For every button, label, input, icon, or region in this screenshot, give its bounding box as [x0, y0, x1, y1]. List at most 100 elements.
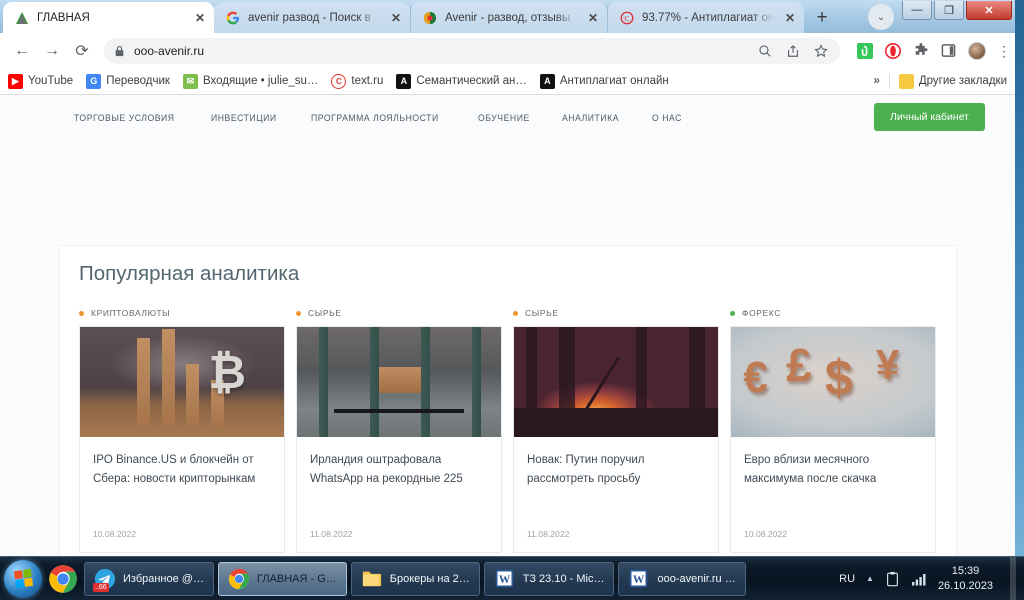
taskbar-item-word-tz-label: ТЗ 23.10 - Mic… — [522, 572, 605, 585]
bookmark-semantic-label: Семантический ан… — [416, 75, 527, 87]
analytics-card-1-category: КРИПТОВАЛЮТЫ — [79, 308, 285, 318]
bookmark-youtube[interactable]: ▶ YouTube — [8, 73, 73, 89]
opera-vpn-icon[interactable] — [884, 42, 901, 59]
browser-tab-3-title: Avenir - развод, отзывы — [445, 11, 571, 24]
browser-tab-1-title: ГЛАВНАЯ — [37, 11, 90, 24]
nav-item-about-us[interactable]: О НАС — [652, 112, 682, 123]
other-bookmarks-folder[interactable]: Другие закладки — [898, 73, 1007, 89]
chrome-icon — [228, 568, 250, 590]
share-icon[interactable] — [786, 44, 800, 58]
browser-tab-1-close-icon[interactable]: ✕ — [192, 10, 208, 26]
bookmarks-overflow-icon[interactable]: » — [873, 75, 879, 87]
clock[interactable]: 15:39 26.10.2023 — [938, 564, 993, 594]
puzzle-extensions-icon[interactable] — [912, 42, 929, 59]
sidebar-panel-icon[interactable] — [940, 42, 957, 59]
chrome-menu-kebab-icon[interactable]: ⋮ — [997, 44, 1011, 58]
bookmark-inbox[interactable]: ✉ Входящие • julie_su… — [182, 73, 318, 89]
show-hidden-icons-chevron-up-icon[interactable]: ▲ — [866, 574, 874, 583]
bookmark-translate[interactable]: G Переводчик — [86, 73, 170, 89]
oil-pumpjack-sunset-photo — [514, 327, 718, 437]
maximize-button[interactable]: ❐ — [934, 1, 964, 20]
system-tray: RU ▲ 15:39 26.10.2023 — [839, 556, 1024, 600]
quicklaunch-chrome-icon[interactable] — [48, 564, 78, 594]
analytics-card-1[interactable]: КРИПТОВАЛЮТЫ ₿ IPO Binance.US и блокчейн… — [79, 308, 285, 553]
bookmarks-bar-right: » Другие закладки — [873, 73, 1007, 89]
bookmark-semantic[interactable]: A Семантический ан… — [396, 73, 527, 89]
analytics-card-2-category-label: СЫРЬЕ — [308, 308, 342, 318]
analytics-card-3-date: 11.08.2022 — [527, 529, 570, 539]
nav-item-trading-conditions[interactable]: ТОРГОВЫЕ УСЛОВИЯ — [74, 112, 175, 123]
windows-logo-icon — [13, 568, 33, 589]
extension-green-icon[interactable] — [856, 42, 873, 59]
browser-tab-4-close-icon[interactable]: ✕ — [782, 10, 798, 26]
personal-cabinet-button[interactable]: Личный кабинет — [874, 103, 985, 131]
nav-item-investments[interactable]: ИНВЕСТИЦИИ — [211, 112, 277, 123]
clipboard-icon[interactable] — [885, 571, 900, 587]
bookmark-antiplagiat[interactable]: A Антиплагиат онлайн — [539, 73, 669, 89]
start-orb-icon[interactable] — [4, 559, 42, 598]
category-dot-icon — [730, 310, 735, 316]
nav-item-loyalty-program[interactable]: ПРОГРАММА ЛОЯЛЬНОСТИ — [311, 112, 439, 123]
taskbar-item-folder-label: Брокеры на 2… — [389, 572, 470, 585]
taskbar-item-telegram[interactable]: ..66 Избранное @… — [84, 561, 214, 596]
analytics-card-3[interactable]: СЫРЬЕ Новак: Путин поручил рассмотреть п… — [513, 308, 719, 553]
folder-icon — [361, 568, 383, 590]
bookmark-star-icon[interactable] — [814, 43, 828, 58]
address-bar[interactable]: ooo-avenir.ru — [104, 37, 840, 64]
category-dot-icon — [296, 310, 301, 316]
folder-icon — [898, 73, 914, 89]
svg-text:C: C — [625, 13, 630, 22]
bookmark-antiplagiat-label: Антиплагиат онлайн — [559, 75, 669, 87]
browser-tab-3[interactable]: Avenir - развод, отзывы ✕ — [411, 2, 607, 33]
taskbar-item-chrome[interactable]: ГЛАВНАЯ - G… — [217, 561, 347, 596]
show-desktop-button[interactable] — [1010, 556, 1016, 600]
analytics-card-grid: КРИПТОВАЛЮТЫ ₿ IPO Binance.US и блокчейн… — [60, 286, 956, 553]
analytics-card-3-headline[interactable]: Новак: Путин поручил рассмотреть просьбу — [527, 451, 705, 488]
back-icon[interactable]: ← — [8, 37, 36, 65]
forward-icon[interactable]: → — [38, 37, 66, 65]
close-button[interactable]: ✕ — [966, 1, 1012, 20]
analytics-card-2-headline[interactable]: Ирландия оштрафовала WhatsApp на рекордн… — [310, 451, 488, 488]
browser-tab-1[interactable]: ГЛАВНАЯ ✕ — [3, 2, 214, 33]
lock-icon — [114, 45, 125, 57]
currency-symbols-photo: € £ $ ¥ — [731, 327, 935, 437]
browser-window: ГЛАВНАЯ ✕ avenir развод - Поиск в ✕ Aven… — [0, 0, 1015, 556]
signal-icon[interactable] — [911, 572, 927, 586]
analytics-card-1-date: 10.08.2022 — [93, 529, 137, 539]
browser-tab-4[interactable]: C 93.77% - Антиплагиат он ✕ — [608, 2, 804, 33]
nav-item-education[interactable]: ОБУЧЕНИЕ — [478, 112, 530, 123]
taskbar-item-folder[interactable]: Брокеры на 2… — [350, 561, 480, 596]
analytics-card-2-category: СЫРЬЕ — [296, 308, 502, 318]
profile-avatar[interactable] — [968, 41, 986, 60]
reload-icon[interactable]: ⟳ — [68, 37, 96, 65]
analytics-card-4-headline[interactable]: Евро вблизи месячного максимума после ск… — [744, 451, 922, 488]
zoom-icon[interactable] — [758, 44, 772, 58]
category-dot-icon — [513, 310, 518, 316]
google-icon — [225, 10, 241, 26]
taskbar-item-word-avenir[interactable]: W ooo-avenir.ru … — [618, 561, 746, 596]
bookmark-translate-label: Переводчик — [106, 75, 170, 87]
bitcoin-businessman-blocks-photo: ₿ — [80, 327, 284, 437]
language-indicator[interactable]: RU — [839, 573, 855, 585]
tab-search-chevron-down-icon[interactable]: ⌄ — [868, 4, 894, 30]
otzyv-icon — [422, 10, 438, 26]
analytics-card-1-headline[interactable]: IPO Binance.US и блокчейн от Сбера: ново… — [93, 451, 271, 488]
browser-tab-2[interactable]: avenir развод - Поиск в ✕ — [214, 2, 410, 33]
site-navigation: ТОРГОВЫЕ УСЛОВИЯ ИНВЕСТИЦИИ ПРОГРАММА ЛО… — [0, 95, 1015, 139]
youtube-icon: ▶ — [8, 73, 23, 89]
browser-tab-2-close-icon[interactable]: ✕ — [388, 10, 404, 26]
browser-toolbar: ← → ⟳ ooo-avenir.ru ⋮ — [0, 33, 1015, 68]
tabstrip-right-controls: ⌄ — ❐ ✕ — [868, 0, 1015, 33]
analytics-card-4[interactable]: ФОРЕКС € £ $ ¥ Евро вблизи месячного мак… — [730, 308, 936, 553]
analytics-card-2[interactable]: СЫРЬЕ Ирландия оштрафовала WhatsApp на р… — [296, 308, 502, 553]
page-title: Популярная аналитика — [79, 262, 300, 285]
analytics-card-2-box: Ирландия оштрафовала WhatsApp на рекордн… — [296, 326, 502, 553]
minimize-button[interactable]: — — [902, 1, 932, 20]
mail-icon: ✉ — [182, 73, 198, 89]
bookmark-textru[interactable]: C text.ru — [331, 73, 383, 89]
taskbar-item-word-tz[interactable]: W ТЗ 23.10 - Mic… — [483, 561, 615, 596]
new-tab-button[interactable]: + — [808, 5, 836, 31]
nav-item-analytics[interactable]: АНАЛИТИКА — [562, 112, 619, 123]
browser-tab-3-close-icon[interactable]: ✕ — [585, 10, 601, 26]
textru-icon: C — [331, 73, 347, 89]
